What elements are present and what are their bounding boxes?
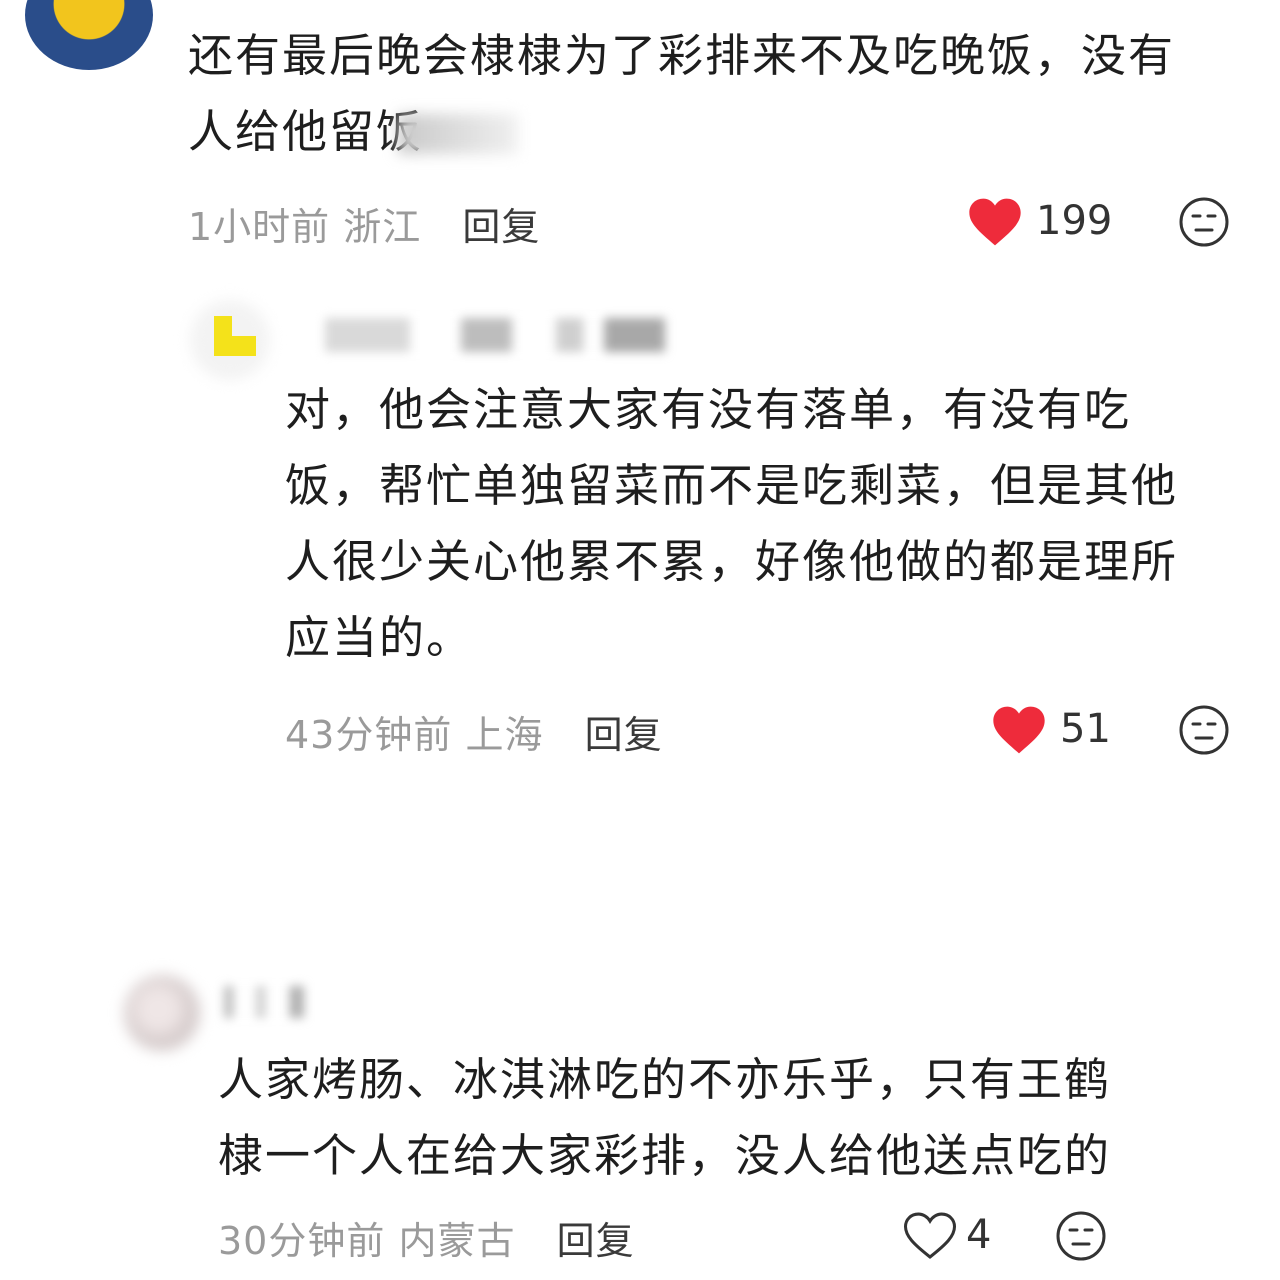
redacted-text: [398, 114, 518, 154]
comment-line: 对，他会注意大家有没有落单，有没有吃: [285, 383, 1132, 436]
like-count: 199: [1036, 198, 1113, 244]
comment-line: 应当的。: [285, 611, 474, 664]
comment-text: 人家烤肠、冰淇淋吃的不亦乐乎，只有王鹤 棣一个人在给大家彩排，没人给他送点吃的: [218, 1042, 1218, 1194]
comment-meta: 1小时前 浙江 回复: [188, 196, 540, 251]
comment-line: 人给他留饭: [188, 94, 1248, 170]
comment-text: 对，他会注意大家有没有落单，有没有吃 饭，帮忙单独留菜而不是吃剩菜，但是其他 人…: [285, 372, 1245, 676]
reply-button[interactable]: 回复: [557, 1219, 635, 1263]
avatar[interactable]: [25, 0, 153, 70]
neutral-face-icon[interactable]: [1178, 704, 1230, 756]
like-count: 4: [966, 1212, 992, 1258]
comment-time: 30分钟前: [218, 1219, 386, 1263]
neutral-face-icon[interactable]: [1178, 196, 1230, 248]
heart-outline-icon[interactable]: [902, 1210, 958, 1262]
comment-line: 棣一个人在给大家彩排，没人给他送点吃的: [218, 1129, 1112, 1182]
comment-line: 饭，帮忙单独留菜而不是吃剩菜，但是其他: [285, 459, 1179, 512]
comment-line: 人很少关心他累不累，好像他做的都是理所: [285, 535, 1179, 588]
reply-button[interactable]: 回复: [462, 205, 540, 249]
comment-time: 43分钟前: [285, 713, 453, 757]
heart-filled-icon[interactable]: [967, 196, 1023, 248]
neutral-face-icon[interactable]: [1055, 1210, 1107, 1262]
heart-filled-icon[interactable]: [991, 704, 1047, 756]
comment-time: 1小时前: [188, 205, 331, 249]
comment-text: 还有最后晚会棣棣为了彩排来不及吃晚饭，没有 人给他留饭: [188, 18, 1248, 170]
avatar-mark: [214, 316, 256, 356]
comment-line: 人家烤肠、冰淇淋吃的不亦乐乎，只有王鹤: [218, 1053, 1112, 1106]
comment-location: 浙江: [343, 205, 422, 249]
comment-meta: 30分钟前 内蒙古 回复: [218, 1210, 635, 1265]
avatar[interactable]: [124, 975, 200, 1051]
comment-location: 内蒙古: [398, 1219, 516, 1263]
comment-line: 还有最后晚会棣棣为了彩排来不及吃晚饭，没有: [188, 29, 1176, 82]
comment-location: 上海: [465, 713, 544, 757]
comment-meta: 43分钟前 上海 回复: [285, 704, 663, 759]
username-redacted[interactable]: [325, 318, 665, 352]
like-count: 51: [1060, 706, 1111, 752]
username-redacted[interactable]: [224, 986, 304, 1018]
reply-button[interactable]: 回复: [585, 713, 663, 757]
